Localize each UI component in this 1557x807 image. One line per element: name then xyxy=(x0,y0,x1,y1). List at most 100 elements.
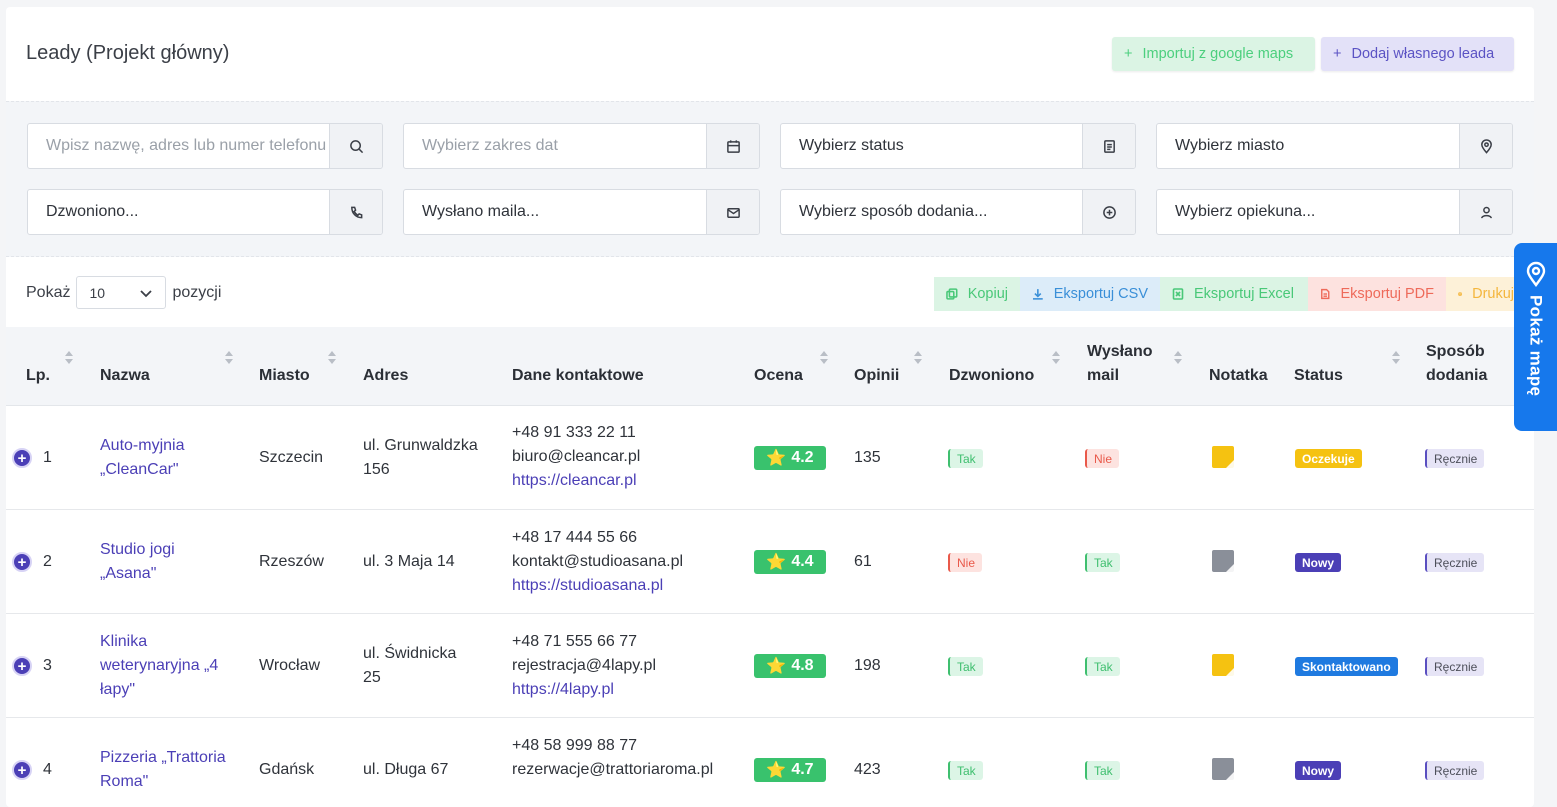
calendar-icon xyxy=(726,139,740,153)
note-icon[interactable] xyxy=(1212,654,1234,676)
chevron-down-icon xyxy=(140,289,153,297)
contact-email[interactable]: rezerwacje@trattoriaroma.pl xyxy=(512,758,713,782)
owner-filter[interactable]: Wybierz opiekuna... xyxy=(1156,189,1513,235)
sort-icon[interactable] xyxy=(1052,351,1060,365)
table-row[interactable]: + 4 Pizzeria „Trattoria Roma" Gdańsk ul.… xyxy=(6,718,1534,807)
star-icon: ⭐ xyxy=(766,554,787,571)
added-by-select[interactable]: Wybierz sposób dodania... xyxy=(781,190,1082,234)
row-city: Gdańsk xyxy=(259,761,315,778)
table-row[interactable]: + 2 Studio jogi „Asana" Rzeszów ul. 3 Ma… xyxy=(6,510,1534,614)
add-lead-button[interactable]: + Dodaj własnego leada xyxy=(1321,37,1514,71)
export-excel-label: Eksportuj Excel xyxy=(1194,286,1294,302)
contact-phone[interactable]: +48 17 444 55 66 xyxy=(512,526,683,550)
sort-icon[interactable] xyxy=(65,351,73,365)
date-range-input[interactable]: Wybierz zakres dat xyxy=(404,124,706,168)
expand-row-icon[interactable]: + xyxy=(12,552,32,572)
export-pdf-button[interactable]: Eksportuj PDF xyxy=(1308,277,1446,311)
status-button[interactable] xyxy=(1082,124,1135,168)
expand-row-icon[interactable]: + xyxy=(12,656,32,676)
expand-row-icon[interactable]: + xyxy=(12,448,32,468)
owner-button[interactable] xyxy=(1459,190,1512,234)
status-select[interactable]: Wybierz status xyxy=(781,124,1082,168)
contact-phone[interactable]: +48 91 333 22 11 xyxy=(512,421,640,445)
export-toolbar: Kopiuj Eksportuj CSV Eksportuj Excel Eks… xyxy=(934,277,1526,311)
mailed-button[interactable] xyxy=(706,190,759,234)
added-by-button[interactable] xyxy=(1082,190,1135,234)
lead-name-link[interactable]: Studio jogi „Asana" xyxy=(100,538,175,586)
column-contact[interactable]: Dane kontaktowe xyxy=(512,364,644,388)
column-city[interactable]: Miasto xyxy=(259,364,310,388)
method-badge: Ręcznie xyxy=(1425,449,1485,468)
note-icon[interactable] xyxy=(1212,446,1234,468)
contact-phone[interactable]: +48 58 999 88 77 xyxy=(512,734,713,758)
date-button[interactable] xyxy=(706,124,759,168)
contact-website-link[interactable]: https://cleancar.pl xyxy=(512,469,640,493)
contact-website-link[interactable]: https://studioasana.pl xyxy=(512,574,683,598)
export-excel-button[interactable]: Eksportuj Excel xyxy=(1160,277,1308,311)
lead-name-link[interactable]: Klinika weterynaryjna „4 łapy" xyxy=(100,630,218,702)
column-status[interactable]: Status xyxy=(1294,364,1343,388)
contact-email[interactable]: kontakt@studioasana.pl xyxy=(512,550,683,574)
table-row[interactable]: + 1 Auto-myjnia „CleanCar" Szczecin ul. … xyxy=(6,406,1534,510)
city-button[interactable] xyxy=(1459,124,1512,168)
mailed-select[interactable]: Wysłano maila... xyxy=(404,190,706,234)
sort-icon[interactable] xyxy=(328,351,336,365)
note-icon[interactable] xyxy=(1212,758,1234,780)
column-mail-line2[interactable]: mail xyxy=(1087,364,1119,388)
mailed-filter[interactable]: Wysłano maila... xyxy=(403,189,760,235)
print-label: Drukuj xyxy=(1472,286,1514,302)
export-csv-button[interactable]: Eksportuj CSV xyxy=(1020,277,1160,311)
called-filter[interactable]: Dzwoniono... xyxy=(27,189,383,235)
leads-table: Lp. Nazwa Miasto Adres Dane kontaktowe O… xyxy=(6,327,1534,807)
column-rating[interactable]: Ocena xyxy=(754,364,803,388)
sort-icon[interactable] xyxy=(1174,351,1182,365)
row-contact: +48 71 555 66 77 rejestracja@4lapy.pl ht… xyxy=(512,630,656,702)
called-button[interactable] xyxy=(329,190,382,234)
lead-name-link[interactable]: Auto-myjnia „CleanCar" xyxy=(100,434,184,482)
called-badge: Tak xyxy=(948,449,983,468)
note-icon[interactable] xyxy=(1212,550,1234,572)
copy-button[interactable]: Kopiuj xyxy=(934,277,1020,311)
lead-name-line: „Asana" xyxy=(100,565,157,582)
sort-icon[interactable] xyxy=(1392,351,1400,365)
expand-row-icon[interactable]: + xyxy=(12,760,32,780)
called-badge: Nie xyxy=(948,553,983,572)
called-select[interactable]: Dzwoniono... xyxy=(28,190,329,234)
search-button[interactable] xyxy=(329,124,382,168)
city-select[interactable]: Wybierz miasto xyxy=(1157,124,1459,168)
row-address: ul. 3 Maja 14 xyxy=(363,550,455,574)
table-row[interactable]: + 3 Klinika weterynaryjna „4 łapy" Wrocł… xyxy=(6,614,1534,718)
column-address[interactable]: Adres xyxy=(363,364,408,388)
contact-phone[interactable]: +48 71 555 66 77 xyxy=(512,630,656,654)
added-by-filter[interactable]: Wybierz sposób dodania... xyxy=(780,189,1136,235)
contact-email[interactable]: biuro@cleancar.pl xyxy=(512,445,640,469)
lead-name-link[interactable]: Pizzeria „Trattoria Roma" xyxy=(100,746,226,794)
card-header: Leady (Projekt główny) + Importuj z goog… xyxy=(6,7,1534,101)
column-reviews[interactable]: Opinii xyxy=(854,364,899,388)
export-pdf-label: Eksportuj PDF xyxy=(1340,286,1434,302)
column-note[interactable]: Notatka xyxy=(1209,364,1268,388)
column-mail-line1[interactable]: Wysłano xyxy=(1087,340,1153,364)
column-lp[interactable]: Lp. xyxy=(26,364,50,388)
lead-name-line: łapy" xyxy=(100,681,136,698)
owner-select[interactable]: Wybierz opiekuna... xyxy=(1157,190,1459,234)
column-method-line1[interactable]: Sposób xyxy=(1426,340,1485,364)
column-called[interactable]: Dzwoniono xyxy=(949,364,1034,388)
lead-name-line: „CleanCar" xyxy=(100,461,179,478)
import-google-maps-button[interactable]: + Importuj z google maps xyxy=(1112,37,1315,71)
copy-label: Kopiuj xyxy=(967,286,1008,302)
column-method-line2[interactable]: dodania xyxy=(1426,364,1487,388)
sort-icon[interactable] xyxy=(914,351,922,365)
search-input[interactable]: Wpisz nazwę, adres lub numer telefonu xyxy=(28,124,329,168)
city-filter[interactable]: Wybierz miasto xyxy=(1156,123,1513,169)
sort-icon[interactable] xyxy=(820,351,828,365)
contact-email[interactable]: rejestracja@4lapy.pl xyxy=(512,654,656,678)
column-name[interactable]: Nazwa xyxy=(100,364,150,388)
contact-website-link[interactable]: https://4lapy.pl xyxy=(512,678,656,702)
sort-icon[interactable] xyxy=(225,351,233,365)
page-size-select[interactable]: 10 xyxy=(76,276,167,309)
method-badge: Ręcznie xyxy=(1425,553,1485,572)
address-line: ul. Świdnicka xyxy=(363,645,457,662)
show-map-tab[interactable]: Pokaż mapę xyxy=(1514,243,1557,431)
status-filter[interactable]: Wybierz status xyxy=(780,123,1136,169)
